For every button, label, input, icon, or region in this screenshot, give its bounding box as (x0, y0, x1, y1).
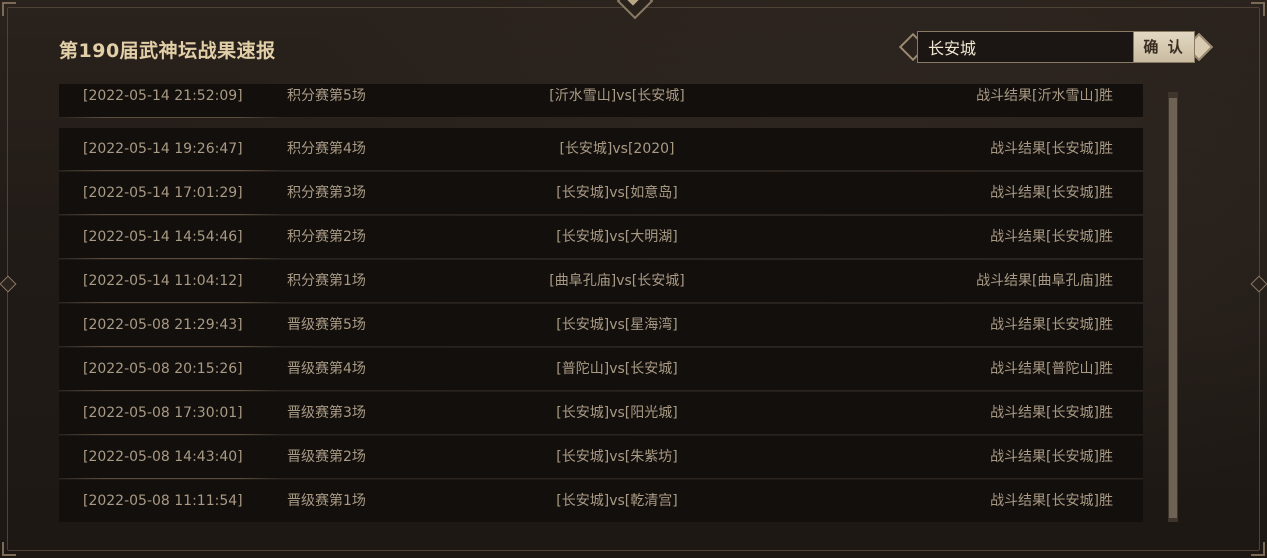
match-teams: [长安城]vs[乾清宫] (556, 493, 678, 509)
match-teams: [普陀山]vs[长安城] (556, 361, 678, 377)
battle-result: 战斗结果[沂水雪山]胜 (976, 88, 1113, 104)
row-divider (59, 346, 284, 347)
battle-result: 战斗结果[曲阜孔庙]胜 (976, 273, 1113, 289)
match-teams: [曲阜孔庙]vs[长安城] (549, 273, 685, 289)
battle-time: [2022-05-14 11:04:12] (83, 273, 243, 289)
list-item[interactable]: [2022-05-08 21:29:43] 晋级赛第5场 [长安城]vs[星海湾… (59, 304, 1143, 347)
match-teams: [长安城]vs[2020] (559, 141, 675, 157)
battle-time: [2022-05-08 11:11:54] (83, 493, 243, 509)
right-diamond-ornament (1250, 275, 1267, 293)
scrollbar[interactable] (1168, 92, 1178, 522)
corner-ornament (2, 2, 16, 16)
battle-result: 战斗结果[长安城]胜 (990, 229, 1113, 245)
list-item[interactable]: [2022-05-14 17:01:29] 积分赛第3场 [长安城]vs[如意岛… (59, 172, 1143, 215)
row-divider (59, 478, 284, 479)
battle-time: [2022-05-14 19:26:47] (83, 141, 243, 157)
battle-result: 战斗结果[长安城]胜 (990, 141, 1113, 157)
match-name: 晋级赛第4场 (287, 361, 366, 377)
battle-time: [2022-05-08 21:29:43] (83, 317, 243, 333)
match-teams: [沂水雪山]vs[长安城] (549, 88, 685, 104)
page-title: 第190届武神坛战果速报 (59, 40, 276, 62)
match-teams: [长安城]vs[如意岛] (556, 185, 678, 201)
row-divider (59, 302, 284, 303)
corner-ornament (1251, 2, 1265, 16)
search-box: 确 认 (898, 30, 1214, 66)
confirm-button[interactable]: 确 认 (1133, 31, 1195, 63)
list-item[interactable]: [2022-05-08 17:30:01] 晋级赛第3场 [长安城]vs[阳光城… (59, 392, 1143, 435)
battle-result: 战斗结果[长安城]胜 (990, 317, 1113, 333)
row-divider (59, 170, 284, 171)
list-item[interactable]: [2022-05-14 21:52:09] 积分赛第5场 [沂水雪山]vs[长安… (59, 84, 1143, 118)
list-item[interactable]: [2022-05-08 11:11:54] 晋级赛第1场 [长安城]vs[乾清宫… (59, 480, 1143, 522)
left-diamond-ornament (0, 275, 17, 293)
battle-report-panel: 第190届武神坛战果速报 确 认 [2022-05-14 21:52:09] 积… (0, 0, 1267, 558)
battle-result: 战斗结果[长安城]胜 (990, 449, 1113, 465)
row-divider (59, 214, 284, 215)
list-item[interactable]: [2022-05-08 14:43:40] 晋级赛第2场 [长安城]vs[朱紫坊… (59, 436, 1143, 479)
scrollbar-thumb[interactable] (1169, 98, 1177, 518)
match-teams: [长安城]vs[星海湾] (556, 317, 678, 333)
list-item[interactable]: [2022-05-08 20:15:26] 晋级赛第4场 [普陀山]vs[长安城… (59, 348, 1143, 391)
match-name: 晋级赛第5场 (287, 317, 366, 333)
corner-ornament (2, 542, 16, 556)
match-name: 积分赛第3场 (287, 185, 366, 201)
battle-result: 战斗结果[长安城]胜 (990, 185, 1113, 201)
row-divider (59, 258, 284, 259)
battle-time: [2022-05-14 21:52:09] (83, 88, 243, 104)
list-item[interactable]: [2022-05-14 11:04:12] 积分赛第1场 [曲阜孔庙]vs[长安… (59, 260, 1143, 303)
row-divider (59, 434, 284, 435)
battle-time: [2022-05-08 14:43:40] (83, 449, 243, 465)
match-name: 积分赛第5场 (287, 88, 366, 104)
search-input[interactable] (917, 31, 1133, 63)
match-name: 积分赛第2场 (287, 229, 366, 245)
battle-time: [2022-05-08 20:15:26] (83, 361, 243, 377)
match-teams: [长安城]vs[朱紫坊] (556, 449, 678, 465)
corner-ornament (1251, 542, 1265, 556)
match-name: 积分赛第1场 (287, 273, 366, 289)
match-teams: [长安城]vs[阳光城] (556, 405, 678, 421)
match-name: 晋级赛第2场 (287, 449, 366, 465)
match-name: 晋级赛第3场 (287, 405, 366, 421)
battle-time: [2022-05-14 14:54:46] (83, 229, 243, 245)
battle-result: 战斗结果[长安城]胜 (990, 405, 1113, 421)
match-name: 积分赛第4场 (287, 141, 366, 157)
row-divider (59, 117, 284, 118)
battle-time: [2022-05-08 17:30:01] (83, 405, 243, 421)
battle-result: 战斗结果[长安城]胜 (990, 493, 1113, 509)
match-name: 晋级赛第1场 (287, 493, 366, 509)
match-teams: [长安城]vs[大明湖] (556, 229, 678, 245)
row-divider (59, 390, 284, 391)
battle-result-list: [2022-05-14 21:52:09] 积分赛第5场 [沂水雪山]vs[长安… (59, 84, 1143, 522)
battle-time: [2022-05-14 17:01:29] (83, 185, 243, 201)
battle-result: 战斗结果[普陀山]胜 (990, 361, 1113, 377)
list-item[interactable]: [2022-05-14 14:54:46] 积分赛第2场 [长安城]vs[大明湖… (59, 216, 1143, 259)
list-item[interactable]: [2022-05-14 19:26:47] 积分赛第4场 [长安城]vs[202… (59, 128, 1143, 171)
